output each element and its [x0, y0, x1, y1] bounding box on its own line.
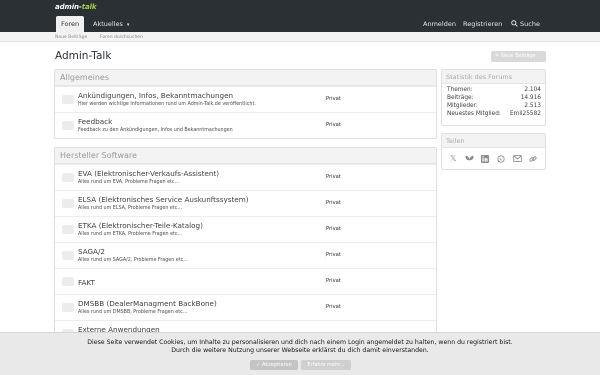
forum-icon	[62, 303, 74, 312]
forum-row[interactable]: SAGA/2 Alles rund um SAGA/2, Probleme Fr…	[55, 242, 436, 268]
email-icon[interactable]	[513, 155, 522, 164]
forum-status: Privat	[325, 226, 341, 232]
forum-row[interactable]: FAKT Privat	[55, 268, 436, 294]
linkedin-icon[interactable]	[481, 155, 489, 165]
category-allgemeines: Allgemeines Ankündigungen, Infos, Bekann…	[54, 69, 437, 139]
accept-cookies-button[interactable]: ✓ Akzeptieren	[250, 360, 298, 370]
forum-icon	[62, 121, 74, 130]
widget-title: Teilen	[442, 134, 545, 148]
stat-value: 2.104	[524, 87, 541, 93]
stat-label: Neuestes Mitglied:	[447, 111, 501, 117]
forum-description: Feedback zu den Ankündigungen, Infos und…	[78, 128, 233, 133]
subnav-search-forums[interactable]: Foren durchsuchen	[100, 35, 143, 40]
stat-label: Beiträge:	[447, 95, 474, 101]
register-link[interactable]: Registrieren	[463, 16, 502, 32]
category-hersteller-software: Hersteller Software EVA (Elektronischer-…	[54, 147, 437, 337]
tab-label: Foren	[61, 20, 80, 28]
forum-status: Privat	[325, 304, 341, 310]
forum-title[interactable]: EVA (Elektronischer-Verkaufs-Assistent)	[78, 169, 219, 178]
forum-row[interactable]: ELSA (Elektronisches Service Auskunftssy…	[55, 190, 436, 216]
forum-icon	[62, 225, 74, 234]
forum-status: Privat	[325, 96, 341, 102]
stat-label: Themen:	[447, 87, 473, 93]
forum-icon	[62, 251, 74, 260]
stat-label: Mitglieder:	[447, 103, 478, 109]
forum-status: Privat	[325, 122, 341, 128]
cookie-text-line1: Diese Seite verwendet Cookies, um Inhalt…	[87, 339, 513, 346]
forum-icon	[62, 199, 74, 208]
logo-text-talk: talk	[81, 3, 97, 11]
forum-description: Alles rund um ELSA, Probleme Fragen etc.…	[78, 206, 182, 211]
tab-foren[interactable]: Foren	[56, 16, 85, 32]
forum-status: Privat	[325, 200, 341, 206]
page-title: Admin-Talk	[55, 50, 112, 62]
bluesky-icon[interactable]	[465, 155, 474, 165]
new-posts-button[interactable]: ✎ Neue Beiträge	[491, 51, 546, 62]
chevron-down-icon: ▾	[126, 22, 130, 28]
forum-description: Alles rund um ETKA, Probleme Fragen etc.…	[78, 232, 183, 237]
button-label: Akzeptieren	[261, 362, 292, 368]
whatsapp-icon[interactable]	[497, 155, 505, 165]
forum-status: Privat	[325, 252, 341, 258]
forum-title[interactable]: ETKA (Elektronischer-Teile-Katalog)	[78, 221, 203, 230]
forum-row[interactable]: EVA (Elektronischer-Verkaufs-Assistent) …	[55, 164, 436, 190]
search-icon	[511, 20, 518, 27]
lightbulb-icon: ✎	[495, 53, 500, 59]
stat-value: 14.916	[520, 95, 541, 101]
widget-title: Statistik des Forums	[442, 70, 545, 84]
x-icon[interactable]: 𝕏	[450, 155, 456, 163]
cookie-notice: Diese Seite verwendet Cookies, um Inhalt…	[0, 332, 600, 375]
forum-row[interactable]: Feedback Feedback zu den Ankündigungen, …	[55, 112, 436, 138]
stat-row: Neuestes Mitglied: Emil25582	[442, 111, 545, 119]
forum-row[interactable]: ETKA (Elektronischer-Teile-Katalog) Alle…	[55, 216, 436, 242]
stat-value: 2.513	[524, 103, 541, 109]
link-icon[interactable]	[529, 155, 537, 165]
tab-label: Aktuelles	[93, 20, 123, 28]
forum-title[interactable]: Feedback	[78, 117, 112, 126]
forum-icon	[62, 95, 74, 104]
stat-value[interactable]: Emil25582	[510, 111, 541, 117]
category-title[interactable]: Hersteller Software	[55, 148, 436, 164]
share-buttons: 𝕏	[442, 148, 545, 170]
sub-navigation: Neue Beiträge Foren durchsuchen	[0, 32, 600, 42]
subnav-new-posts[interactable]: Neue Beiträge	[55, 35, 87, 40]
forum-statistics-widget: Statistik des Forums Themen: 2.104 Beiträ…	[441, 69, 546, 126]
stat-row: Mitglieder: 2.513	[442, 103, 545, 111]
forum-icon	[62, 173, 74, 182]
forum-icon	[62, 277, 74, 286]
forum-title[interactable]: ELSA (Elektronisches Service Auskunftssy…	[78, 195, 249, 204]
stat-row: Themen: 2.104	[442, 87, 545, 95]
forum-status: Privat	[325, 174, 341, 180]
stat-row: Beiträge: 14.916	[442, 95, 545, 103]
forum-title[interactable]: FAKT	[78, 278, 95, 287]
forum-description: Hier werden wichtige Informationen rund …	[78, 102, 256, 107]
search-label: Suche	[520, 20, 540, 28]
login-link[interactable]: Anmelden	[423, 16, 456, 32]
learn-more-button[interactable]: Erfahre mehr...	[301, 360, 351, 370]
forum-description: Alles rund um EVA, Probleme Fragen etc..…	[78, 180, 180, 185]
cookie-text-line2: Durch die weitere Nutzung unserer Websei…	[171, 347, 429, 354]
forum-description: Alles rund um SAGA/2, Probleme Fragen et…	[78, 258, 188, 263]
button-label: Neue Beiträge	[501, 54, 536, 59]
forum-description: Alles rund um DMSBB, Probleme Fragen etc…	[78, 310, 188, 315]
share-widget: Teilen 𝕏	[441, 133, 546, 170]
forum-title[interactable]: Ankündigungen, Infos, Bekanntmachungen	[78, 91, 233, 100]
search-link[interactable]: Suche	[511, 16, 540, 32]
site-logo[interactable]: admin-talk	[55, 3, 97, 11]
forum-row[interactable]: Ankündigungen, Infos, Bekanntmachungen H…	[55, 86, 436, 112]
forum-title[interactable]: DMSBB (DealerManagment BackBone)	[78, 299, 217, 308]
forum-row[interactable]: DMSBB (DealerManagment BackBone) Alles r…	[55, 294, 436, 320]
forum-status: Privat	[325, 278, 341, 284]
logo-text-admin: admin-	[55, 3, 82, 11]
forum-title[interactable]: SAGA/2	[78, 247, 105, 256]
category-title[interactable]: Allgemeines	[55, 70, 436, 86]
tab-aktuelles[interactable]: Aktuelles ▾	[88, 16, 134, 32]
top-navigation-bar: admin-talk Foren Aktuelles ▾ Anmelden Reg…	[0, 0, 600, 32]
